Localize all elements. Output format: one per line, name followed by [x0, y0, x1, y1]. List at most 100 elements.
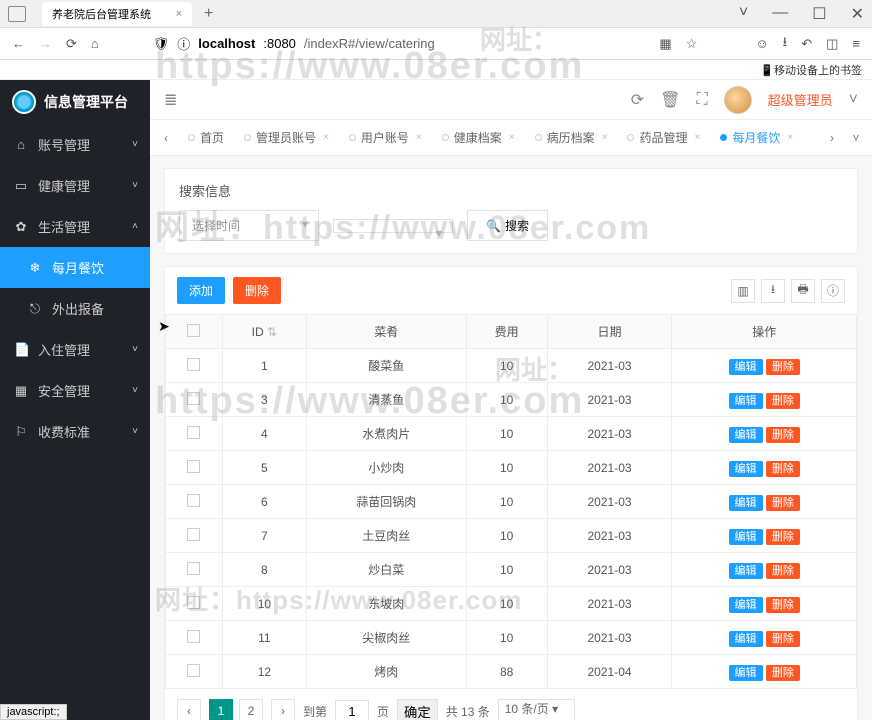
new-tab-button[interactable]: +	[204, 5, 213, 23]
pager-page[interactable]: 1	[209, 699, 233, 720]
row-delete-button[interactable]: 删除	[766, 665, 800, 681]
row-edit-button[interactable]: 编辑	[729, 631, 763, 647]
forward-icon[interactable]: →	[39, 36, 52, 51]
row-edit-button[interactable]: 编辑	[729, 529, 763, 545]
print-icon[interactable]: 🖶	[791, 279, 815, 303]
close-icon[interactable]: ×	[694, 132, 700, 143]
account-icon[interactable]: ☺	[755, 36, 768, 51]
columns-icon[interactable]: ▥	[731, 279, 755, 303]
col-header[interactable]: 操作	[672, 315, 857, 349]
row-delete-button[interactable]: 删除	[766, 461, 800, 477]
mobile-bookmark-link[interactable]: 📱移动设备上的书签	[760, 62, 862, 78]
row-checkbox[interactable]	[187, 630, 200, 643]
add-button[interactable]: 添加	[177, 277, 225, 304]
shield-icon[interactable]: 🛡	[153, 36, 170, 52]
close-icon[interactable]: ×	[176, 8, 182, 20]
page-tab[interactable]: 健康档案×	[434, 129, 523, 146]
row-delete-button[interactable]: 删除	[766, 495, 800, 511]
row-checkbox[interactable]	[187, 460, 200, 473]
home-icon[interactable]: ⌂	[91, 36, 99, 51]
row-edit-button[interactable]: 编辑	[729, 393, 763, 409]
close-window-icon[interactable]: ✕	[851, 4, 864, 24]
close-icon[interactable]: ×	[787, 132, 793, 143]
page-tab[interactable]: 药品管理×	[619, 129, 708, 146]
row-checkbox[interactable]	[187, 358, 200, 371]
row-edit-button[interactable]: 编辑	[729, 495, 763, 511]
row-checkbox[interactable]	[187, 426, 200, 439]
sidebar-item[interactable]: ✿生活管理˄	[0, 206, 150, 247]
row-edit-button[interactable]: 编辑	[729, 563, 763, 579]
row-edit-button[interactable]: 编辑	[729, 427, 763, 443]
menu-icon[interactable]: ≡	[852, 36, 860, 51]
reload-icon[interactable]: ⟳	[66, 36, 77, 52]
col-header[interactable]: 费用	[466, 315, 547, 349]
filter-select[interactable]	[333, 219, 453, 233]
browser-tab[interactable]: 养老院后台管理系统 ×	[42, 2, 192, 26]
trash-icon[interactable]: 🗑	[660, 90, 680, 110]
info-icon[interactable]: ⓘ	[821, 279, 845, 303]
close-icon[interactable]: ×	[323, 132, 329, 143]
lock-icon[interactable]: ⓘ	[177, 34, 190, 53]
undo-icon[interactable]: ↶	[801, 36, 812, 52]
sidebar-item[interactable]: ⌂账号管理˅	[0, 124, 150, 165]
pager-next[interactable]: ›	[271, 699, 295, 720]
maximize-icon[interactable]: ☐	[812, 4, 826, 24]
row-checkbox[interactable]	[187, 562, 200, 575]
row-edit-button[interactable]: 编辑	[729, 461, 763, 477]
downloads-icon[interactable]: ⭳	[783, 33, 788, 55]
row-checkbox[interactable]	[187, 664, 200, 677]
row-delete-button[interactable]: 删除	[766, 529, 800, 545]
col-header[interactable]: 日期	[547, 315, 672, 349]
minimize-icon[interactable]: —	[772, 4, 788, 24]
row-checkbox[interactable]	[187, 392, 200, 405]
row-delete-button[interactable]: 删除	[766, 427, 800, 443]
time-select[interactable]: 选择时间	[179, 210, 319, 241]
tabs-next-icon[interactable]: ›	[822, 131, 842, 145]
chevron-down-icon[interactable]: ˅	[739, 4, 748, 24]
chevron-down-icon[interactable]: ˅	[849, 91, 858, 109]
row-delete-button[interactable]: 删除	[766, 563, 800, 579]
pager-prev[interactable]: ‹	[177, 699, 201, 720]
user-role[interactable]: 超级管理员	[768, 90, 833, 109]
page-tab[interactable]: 首页	[180, 129, 232, 146]
col-header[interactable]: 菜肴	[306, 315, 466, 349]
pager-confirm[interactable]: 确定	[397, 699, 438, 720]
pager-page-input[interactable]	[335, 700, 369, 720]
tabs-prev-icon[interactable]: ‹	[156, 131, 176, 145]
row-delete-button[interactable]: 删除	[766, 359, 800, 375]
close-icon[interactable]: ×	[416, 132, 422, 143]
pager-size-select[interactable]: 10 条/页 ▾	[498, 699, 575, 720]
page-tab[interactable]: 病历档案×	[527, 129, 616, 146]
page-tab[interactable]: 每月餐饮×	[712, 129, 801, 146]
col-header[interactable]	[166, 315, 223, 349]
sidebar-item[interactable]: ⚐收费标准˅	[0, 411, 150, 452]
checkbox-all[interactable]	[187, 324, 200, 337]
pager-page[interactable]: 2	[239, 699, 263, 720]
page-tab[interactable]: 用户账号×	[341, 129, 430, 146]
export-icon[interactable]: ⭳	[761, 279, 785, 303]
sort-icon[interactable]: ⇅	[267, 325, 277, 339]
search-button[interactable]: 🔍 搜索	[467, 210, 548, 241]
row-checkbox[interactable]	[187, 494, 200, 507]
address-bar[interactable]: 🛡 ⓘ localhost:8080/indexR#/view/catering	[153, 34, 646, 53]
row-edit-button[interactable]: 编辑	[729, 597, 763, 613]
row-edit-button[interactable]: 编辑	[729, 665, 763, 681]
row-delete-button[interactable]: 删除	[766, 393, 800, 409]
qr-icon[interactable]: ▦	[659, 36, 671, 52]
row-delete-button[interactable]: 删除	[766, 597, 800, 613]
collapse-icon[interactable]: ≣	[164, 90, 177, 110]
sidebar-item[interactable]: ▦安全管理˅	[0, 370, 150, 411]
tabs-menu-icon[interactable]: ˅	[846, 131, 866, 145]
row-edit-button[interactable]: 编辑	[729, 359, 763, 375]
sidebar-item[interactable]: ▭健康管理˅	[0, 165, 150, 206]
row-delete-button[interactable]: 删除	[766, 631, 800, 647]
close-icon[interactable]: ×	[602, 132, 608, 143]
close-icon[interactable]: ×	[509, 132, 515, 143]
back-icon[interactable]: ←	[12, 36, 25, 51]
col-header[interactable]: ID ⇅	[222, 315, 306, 349]
sidebar-subitem[interactable]: ⎋外出报备	[0, 288, 150, 329]
page-tab[interactable]: 管理员账号×	[236, 129, 337, 146]
refresh-icon[interactable]: ⟳	[631, 90, 644, 110]
sidebar-subitem[interactable]: ❄每月餐饮	[0, 247, 150, 288]
row-checkbox[interactable]	[187, 596, 200, 609]
